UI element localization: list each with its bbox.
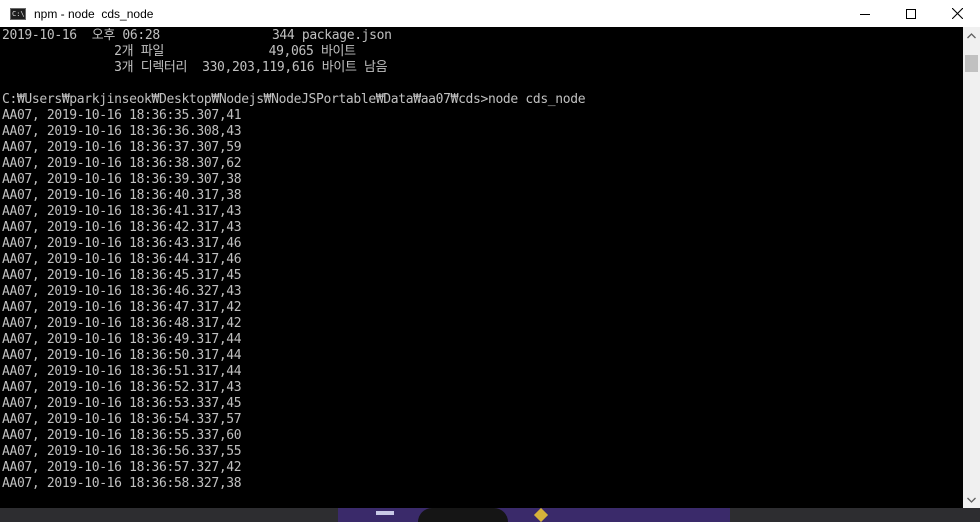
console-icon[interactable]: C:\ — [10, 7, 26, 20]
console-lines: 2019-10-16 오후 06:28 344 package.json 2개 … — [2, 28, 586, 492]
window-controls — [842, 0, 980, 27]
console-line: AA07, 2019-10-16 18:36:38.307,62 — [2, 156, 242, 171]
console-line: C:₩Users₩parkjinseok₩Desktop₩Nodejs₩Node… — [2, 92, 586, 107]
background-photo-shape — [418, 508, 508, 522]
scroll-thumb[interactable] — [965, 55, 978, 72]
maximize-icon — [906, 8, 916, 19]
close-icon — [951, 8, 963, 19]
console-line: AA07, 2019-10-16 18:36:47.317,42 — [2, 300, 242, 315]
vertical-scrollbar[interactable] — [963, 27, 980, 508]
console-line: AA07, 2019-10-16 18:36:57.327,42 — [2, 460, 242, 475]
console-line: AA07, 2019-10-16 18:36:35.307,41 — [2, 108, 242, 123]
maximize-button[interactable] — [888, 0, 934, 27]
close-button[interactable] — [934, 0, 980, 27]
background-window-image — [338, 508, 730, 522]
console-line: AA07, 2019-10-16 18:36:37.307,59 — [2, 140, 242, 155]
console-line: AA07, 2019-10-16 18:36:40.317,38 — [2, 188, 242, 203]
window-title: npm - node cds_node — [34, 6, 154, 21]
console-line: AA07, 2019-10-16 18:36:52.317,43 — [2, 380, 242, 395]
console-icon-text: C:\ — [12, 9, 25, 18]
scroll-up-button[interactable] — [963, 27, 980, 44]
console-line: 2019-10-16 오후 06:28 344 package.json — [2, 28, 392, 43]
console-line: AA07, 2019-10-16 18:36:36.308,43 — [2, 124, 242, 139]
console-line: AA07, 2019-10-16 18:36:44.317,46 — [2, 252, 242, 267]
console-line: AA07, 2019-10-16 18:36:50.317,44 — [2, 348, 242, 363]
console-line: AA07, 2019-10-16 18:36:56.337,55 — [2, 444, 242, 459]
scroll-down-arrow-icon — [967, 497, 976, 503]
console-line: AA07, 2019-10-16 18:36:58.327,38 — [2, 476, 242, 491]
minimize-button[interactable] — [842, 0, 888, 27]
minimize-icon — [860, 13, 870, 15]
console-line: AA07, 2019-10-16 18:36:55.337,60 — [2, 428, 242, 443]
console-line: AA07, 2019-10-16 18:36:43.317,46 — [2, 236, 242, 251]
console-line: AA07, 2019-10-16 18:36:54.337,57 — [2, 412, 242, 427]
console-output[interactable]: 2019-10-16 오후 06:28 344 package.json 2개 … — [0, 27, 963, 508]
console-window: C:\ npm - node cds_node 2019-10-16 오후 06… — [0, 0, 980, 508]
scroll-up-arrow-icon — [967, 32, 976, 38]
console-line: AA07, 2019-10-16 18:36:53.337,45 — [2, 396, 242, 411]
console-line: AA07, 2019-10-16 18:36:42.317,43 — [2, 220, 242, 235]
console-line: AA07, 2019-10-16 18:36:48.317,42 — [2, 316, 242, 331]
scroll-down-button[interactable] — [963, 491, 980, 508]
title-bar[interactable]: C:\ npm - node cds_node — [0, 0, 980, 27]
background-logo-mark — [376, 511, 394, 515]
console-line: AA07, 2019-10-16 18:36:45.317,45 — [2, 268, 242, 283]
console-line: AA07, 2019-10-16 18:36:49.317,44 — [2, 332, 242, 347]
console-line: 3개 디렉터리 330,203,119,616 바이트 남음 — [2, 60, 388, 75]
background-sparkle-shape — [533, 508, 549, 522]
console-line: AA07, 2019-10-16 18:36:41.317,43 — [2, 204, 242, 219]
console-line: AA07, 2019-10-16 18:36:51.317,44 — [2, 364, 242, 379]
console-line: AA07, 2019-10-16 18:36:39.307,38 — [2, 172, 242, 187]
console-line: AA07, 2019-10-16 18:36:46.327,43 — [2, 284, 242, 299]
console-line: 2개 파일 49,065 바이트 — [2, 44, 356, 59]
